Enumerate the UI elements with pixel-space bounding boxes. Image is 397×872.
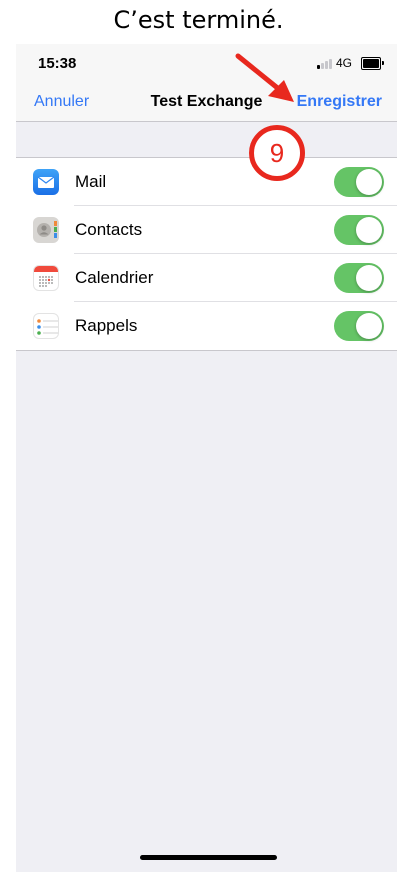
network-type: 4G (336, 56, 353, 70)
sync-options-list: Mail Contacts Calendrier Rappels (16, 157, 397, 351)
status-time: 15:38 (38, 55, 77, 72)
status-bar: 15:38 4G (16, 44, 397, 82)
cancel-button[interactable]: Annuler (34, 93, 89, 111)
contacts-toggle[interactable] (334, 215, 384, 245)
save-button[interactable]: Enregistrer (297, 93, 382, 111)
list-item-reminders: Rappels (16, 302, 397, 350)
list-item-contacts: Contacts (16, 206, 397, 254)
list-item-label: Calendrier (75, 268, 154, 287)
phone-screen: 15:38 4G Annuler Test Exchange Enregistr… (16, 44, 397, 872)
navigation-bar: Annuler Test Exchange Enregistrer (16, 82, 397, 122)
calendar-toggle[interactable] (334, 263, 384, 293)
reminders-toggle[interactable] (334, 311, 384, 341)
cellular-signal-icon (317, 57, 335, 69)
list-item-label: Contacts (75, 220, 143, 239)
step-number-badge: 9 (249, 125, 305, 181)
list-item-calendar: Calendrier (16, 254, 397, 302)
battery-icon (361, 57, 384, 70)
list-item-label: Mail (75, 172, 107, 191)
list-item-label: Rappels (75, 316, 138, 335)
mail-toggle[interactable] (334, 167, 384, 197)
reminders-icon (33, 313, 59, 339)
mail-icon (33, 169, 59, 195)
calendar-icon (33, 265, 59, 291)
contacts-icon (33, 217, 59, 243)
home-indicator[interactable] (140, 855, 277, 860)
caption-title: C’est terminé. (113, 6, 284, 34)
list-item-mail: Mail (16, 158, 397, 206)
